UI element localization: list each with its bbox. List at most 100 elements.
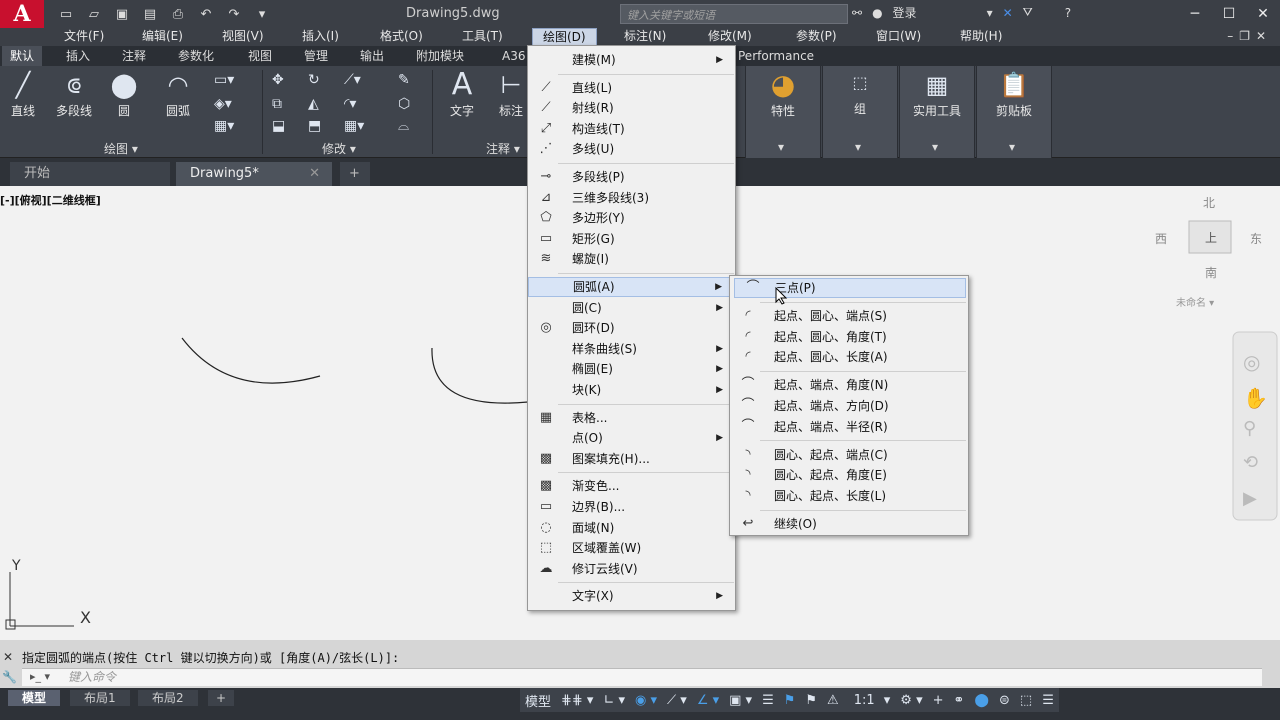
group-expand-icon[interactable]: ▾ [855, 140, 861, 154]
arc-submenu-item-12[interactable]: ◝ 圆心、起点、长度(L) [730, 486, 968, 506]
scale-dropdown[interactable]: 1:1 ▾ [844, 693, 896, 708]
polar-icon[interactable]: ◉ ▾ [630, 693, 662, 708]
arc-button[interactable]: ◠ 圆弧 [156, 70, 200, 119]
menu-item-6[interactable]: 绘图(D) [532, 28, 597, 46]
draw-menu-item-26[interactable]: ◌ 面域(N) [528, 518, 735, 538]
draw-menu-item-5[interactable]: ⋰ 多线(U) [528, 139, 735, 159]
stretch-icon[interactable]: ⬓ [272, 118, 285, 134]
menu-item-2[interactable]: 视图(V) [212, 28, 274, 46]
draw-menu-item-14[interactable]: 圆(C) ▶ [528, 298, 735, 318]
menu-item-7[interactable]: 标注(N) [614, 28, 676, 46]
tab-close-icon[interactable]: ✕ [309, 162, 320, 186]
ribbon-tab-6[interactable]: 输出 [352, 46, 392, 66]
osnap-icon[interactable]: ∠ ▾ [692, 693, 724, 708]
save-icon[interactable]: ▣ [112, 5, 132, 23]
mirror-icon[interactable]: ◭ [308, 96, 319, 112]
clean-screen-icon[interactable]: ⬚ [1015, 693, 1037, 708]
draw-menu-item-30[interactable]: 文字(X) ▶ [528, 586, 735, 606]
draw-menu-item-2[interactable]: ⟋ 直线(L) [528, 78, 735, 98]
menu-item-8[interactable]: 修改(M) [698, 28, 762, 46]
app-menu-button[interactable]: A [0, 0, 44, 28]
qat-dropdown-icon[interactable]: ▾ [252, 5, 272, 23]
properties-expand-icon[interactable]: ▾ [778, 140, 784, 154]
copy-icon[interactable]: ⧉ [272, 96, 282, 112]
modify-panel-label[interactable]: 修改 ▾ [322, 140, 356, 157]
draw-menu-item-9[interactable]: ⬠ 多边形(Y) [528, 208, 735, 228]
login-dropdown-icon[interactable]: ▾ [987, 6, 993, 20]
tab-drawing5[interactable]: Drawing5* ✕ [176, 162, 332, 186]
draw-menu-item-10[interactable]: ▭ 矩形(G) [528, 229, 735, 249]
new-icon[interactable]: ▭ [56, 5, 76, 23]
compass-north[interactable]: 北 [1203, 194, 1215, 211]
arc-submenu-item-2[interactable]: ◜ 起点、圆心、端点(S) [730, 306, 968, 326]
menu-item-5[interactable]: 工具(T) [452, 28, 513, 46]
customize-icon[interactable]: 🔧 [2, 670, 17, 684]
annotation-scale-icon[interactable]: ⚠ [822, 693, 844, 708]
arc-submenu-item-0[interactable]: ⌒ 三点(P) [734, 278, 966, 298]
draw-menu-item-13[interactable]: 圆弧(A) ▶ [528, 277, 735, 297]
annotation-panel-label[interactable]: 注释 ▾ [486, 140, 520, 157]
help-icon[interactable]: ? [1065, 6, 1071, 20]
draw-menu-item-17[interactable]: 椭圆(E) ▶ [528, 359, 735, 379]
compass-south[interactable]: 南 [1205, 264, 1217, 281]
grid-icon[interactable]: ⋕⋕ ▾ [556, 693, 598, 708]
ucs-menu[interactable]: 未命名 ▾ [1176, 294, 1214, 309]
showmotion-icon[interactable]: ▶ [1243, 488, 1257, 509]
utilities-button[interactable]: ▦ 实用工具 [904, 70, 970, 119]
arc-submenu-item-4[interactable]: ◜ 起点、圆心、长度(A) [730, 347, 968, 367]
ribbon-tab-7[interactable]: 附加模块 [408, 46, 472, 66]
add-layout-icon[interactable]: + [208, 690, 235, 706]
draw-menu-item-18[interactable]: 块(K) ▶ [528, 380, 735, 400]
doc-window-controls[interactable]: –❐✕ [1227, 29, 1272, 43]
arc-submenu-item-6[interactable]: ⌒ 起点、端点、角度(N) [730, 375, 968, 395]
search-input[interactable]: 键入关键字或短语 [620, 4, 848, 24]
workspace-gear-icon[interactable]: ⚙ ▾ [895, 693, 927, 708]
3dosnap-icon[interactable]: ▣ ▾ [724, 693, 757, 708]
command-prompt-icon[interactable]: ▸_ ▾ [30, 670, 50, 683]
steering-wheel-icon[interactable]: ◎ [1243, 350, 1260, 374]
ribbon-tab-0[interactable]: 默认 [2, 46, 43, 66]
minimize-icon[interactable]: ─ [1178, 0, 1212, 28]
draw-menu-item-21[interactable]: 点(O) ▶ [528, 428, 735, 448]
zoom-icon[interactable]: ⚲ [1243, 418, 1256, 439]
draw-menu-item-11[interactable]: ≋ 螺旋(I) [528, 249, 735, 269]
draw-menu-item-0[interactable]: 建模(M) ▶ [528, 50, 735, 70]
trim-icon[interactable]: ⟋▾ [344, 72, 361, 88]
draw-menu-item-8[interactable]: ⊿ 三维多段线(3) [528, 188, 735, 208]
erase-icon[interactable]: ✎ [398, 72, 410, 88]
maximize-icon[interactable]: ☐ [1212, 0, 1246, 28]
ribbon-tab-3[interactable]: 参数化 [170, 46, 222, 66]
annotation-visibility-icon[interactable]: ⚑ [779, 693, 801, 708]
array-icon[interactable]: ▦▾ [344, 118, 364, 134]
isodraft-icon[interactable]: ⟋ ▾ [662, 693, 692, 708]
arc-submenu-item-7[interactable]: ⌒ 起点、端点、方向(D) [730, 396, 968, 416]
draw-menu-item-28[interactable]: ☁ 修订云线(V) [528, 559, 735, 579]
line-button[interactable]: ╱ 直线 [4, 70, 42, 119]
viewcube-top-face[interactable]: 上 [1205, 229, 1217, 246]
pan-icon[interactable]: ✋ [1243, 386, 1268, 410]
command-input[interactable]: 键入命令 [22, 668, 1262, 686]
close-icon[interactable]: ✕ [1246, 0, 1280, 28]
arc-submenu-item-14[interactable]: ↩ 继续(O) [730, 514, 968, 534]
move-icon[interactable]: ✥ [272, 72, 284, 88]
explode-icon[interactable]: ⬡ [398, 96, 410, 112]
tab-layout2[interactable]: 布局2 [138, 690, 198, 706]
compass-east[interactable]: 东 [1250, 230, 1262, 247]
model-space-button[interactable]: 模型 [520, 691, 556, 710]
utilities-expand-icon[interactable]: ▾ [932, 140, 938, 154]
new-tab-icon[interactable]: + [340, 162, 370, 186]
ortho-icon[interactable]: ∟ ▾ [598, 693, 630, 708]
ribbon-tab-2[interactable]: 注释 [114, 46, 154, 66]
menu-item-10[interactable]: 窗口(W) [866, 28, 931, 46]
group-button[interactable]: ⬚ 组 [837, 68, 883, 117]
clipboard-expand-icon[interactable]: ▾ [1009, 140, 1015, 154]
draw-menu-item-7[interactable]: ⊸ 多段线(P) [528, 167, 735, 187]
draw-menu-item-20[interactable]: ▦ 表格... [528, 408, 735, 428]
draw-menu-item-22[interactable]: ▩ 图案填充(H)... [528, 449, 735, 469]
ribbon-tab-5[interactable]: 管理 [296, 46, 336, 66]
isolate-icon[interactable]: ⬤ [969, 693, 994, 708]
polyline-button[interactable]: ⟃ 多段线 [50, 70, 98, 119]
tab-model[interactable]: 模型 [8, 690, 61, 706]
draw-menu-item-15[interactable]: ◎ 圆环(D) [528, 318, 735, 338]
clipboard-button[interactable]: 📋 剪贴板 [987, 70, 1041, 119]
